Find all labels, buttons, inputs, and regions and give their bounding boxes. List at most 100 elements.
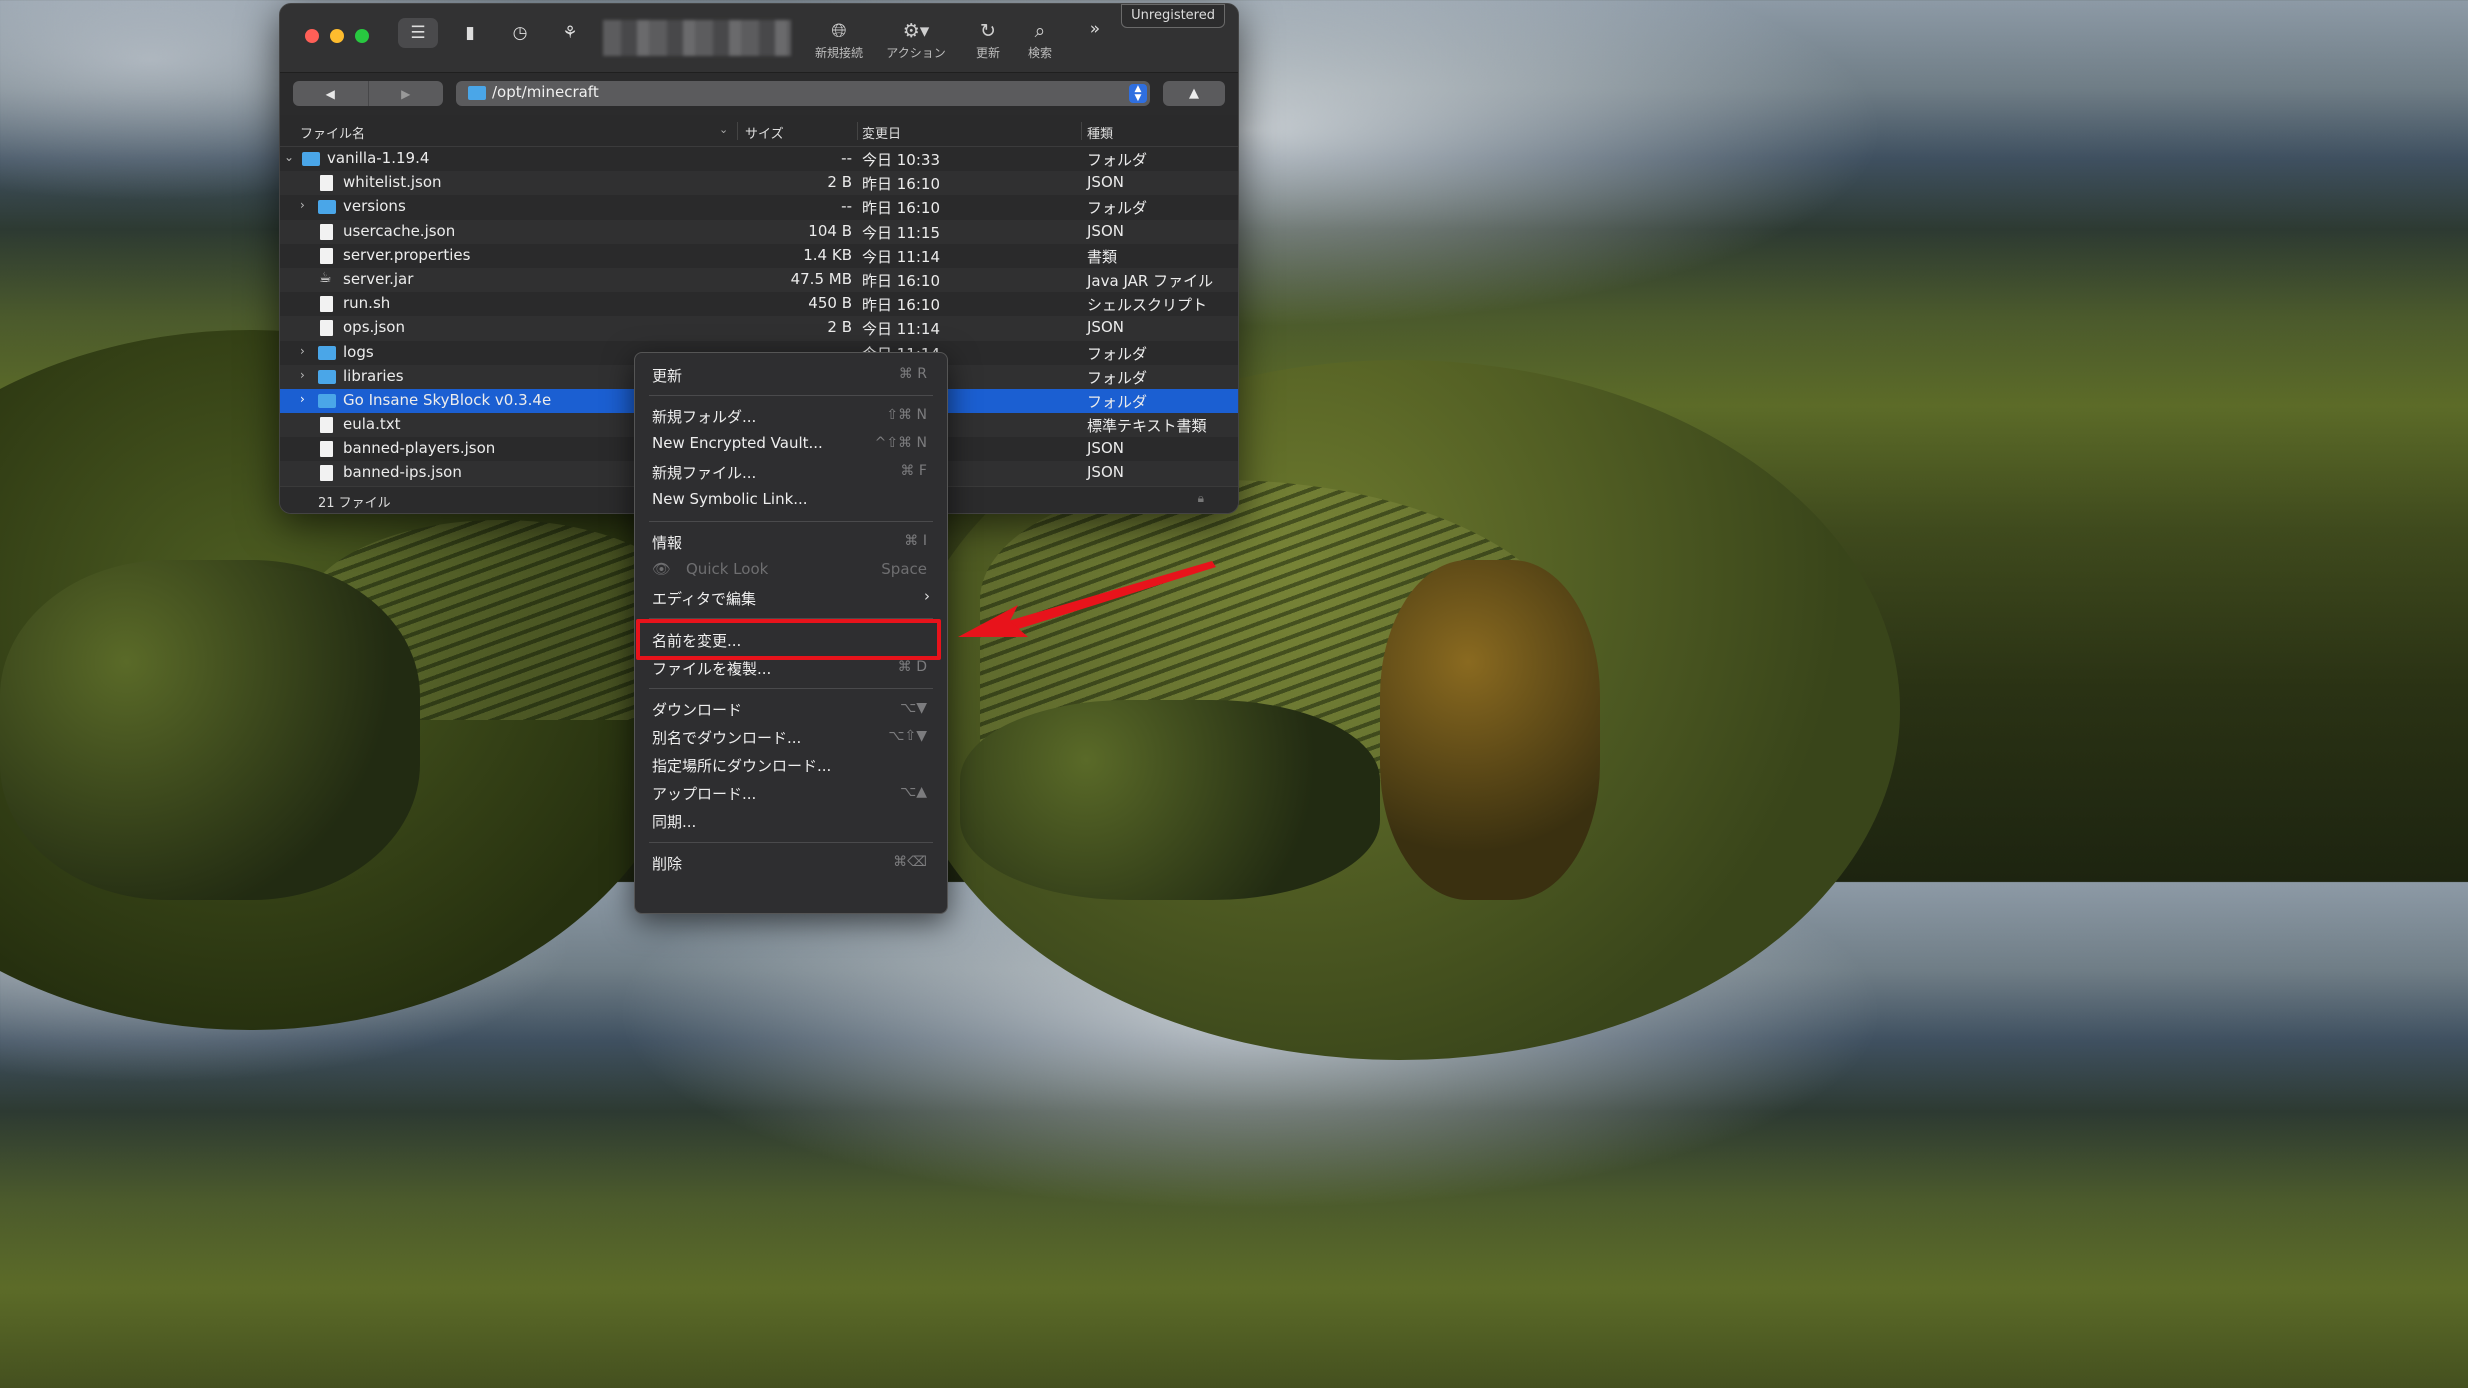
file-row[interactable]: server.properties 1.4 KB 今日 11:14 書類 xyxy=(280,244,1238,268)
chevron-down-icon[interactable]: ⌄ xyxy=(284,150,294,164)
column-size[interactable]: サイズ xyxy=(745,123,784,142)
file-kind: フォルダ xyxy=(1087,344,1148,363)
menu-item-label: ファイルを複製... xyxy=(652,660,772,678)
refresh-button[interactable]: ↻ 更新 xyxy=(968,18,1008,61)
bookmark-icon: ▮ xyxy=(465,23,475,43)
file-count: 21 ファイル xyxy=(318,496,391,511)
outline-view-button[interactable]: ☰ xyxy=(398,18,438,48)
new-connection-button[interactable]: 🌐︎ 新規接続 xyxy=(810,18,868,61)
chevron-right-icon[interactable]: › xyxy=(300,198,305,212)
file-kind: JSON xyxy=(1087,173,1124,192)
java-jar-icon: ☕︎ xyxy=(319,269,332,286)
file-size: 2 B xyxy=(827,318,852,337)
double-chevron-right-icon: » xyxy=(1089,19,1101,39)
menu-item-info[interactable]: 情報 ⌘ I xyxy=(635,529,947,555)
menu-item-download-as[interactable]: 別名でダウンロード... ⌥⇧▼ xyxy=(635,724,947,750)
file-row[interactable]: ☕︎ server.jar 47.5 MB 昨日 16:10 Java JAR … xyxy=(280,267,1238,293)
file-kind: JSON xyxy=(1087,463,1124,482)
forward-button[interactable]: ▶ xyxy=(369,81,444,106)
file-date: 昨日 16:10 xyxy=(862,175,940,194)
menu-item-shortcut: ⌘ R xyxy=(898,366,927,382)
toolbar-overflow-button[interactable]: » xyxy=(1075,14,1115,44)
file-row[interactable]: › versions -- 昨日 16:10 フォルダ xyxy=(280,195,1238,219)
file-date: 昨日 16:10 xyxy=(862,271,940,290)
file-row[interactable]: ops.json 2 B 今日 11:14 JSON xyxy=(280,316,1238,341)
menu-item-download-to[interactable]: 指定場所にダウンロード... xyxy=(635,752,947,778)
history-button[interactable]: ◷ xyxy=(500,18,540,48)
path-popup[interactable]: /opt/minecraft ▲ ▼ xyxy=(456,81,1150,106)
menu-item-shortcut: ⇧⌘ N xyxy=(886,407,927,423)
menu-item-new-folder[interactable]: 新規フォルダ... ⇧⌘ N xyxy=(635,403,947,429)
column-header: ファイル名 ⌄ サイズ 変更日 種類 xyxy=(280,116,1238,147)
file-date: 今日 11:14 xyxy=(862,247,940,266)
search-button[interactable]: ⌕ 検索 xyxy=(1020,18,1060,61)
file-name: libraries xyxy=(343,366,404,385)
file-kind: JSON xyxy=(1087,318,1124,337)
list-tree-icon: ☰ xyxy=(410,23,426,43)
gear-icon: ⚙▾ xyxy=(902,20,930,42)
back-button[interactable]: ◀ xyxy=(293,81,369,106)
file-date: 昨日 16:10 xyxy=(862,296,940,315)
back-forward-control: ◀ ▶ xyxy=(293,81,443,106)
redacted-quick-connect[interactable] xyxy=(603,20,791,56)
close-window-button[interactable] xyxy=(305,29,319,43)
globe-plus-icon: 🌐︎ xyxy=(831,20,847,42)
menu-item-new-symbolic-link[interactable]: New Symbolic Link... xyxy=(635,487,947,513)
file-size: 1.4 KB xyxy=(803,245,852,264)
json-file-icon xyxy=(320,223,333,240)
file-size: 104 B xyxy=(808,221,852,240)
menu-item-download[interactable]: ダウンロード ⌥▼ xyxy=(635,696,947,722)
minimize-window-button[interactable] xyxy=(330,29,344,43)
folder-icon xyxy=(318,393,336,408)
chevron-right-icon: › xyxy=(924,587,930,605)
file-row[interactable]: ⌄ vanilla-1.19.4 -- 今日 10:33 フォルダ xyxy=(280,147,1238,171)
action-button[interactable]: ⚙▾ アクション xyxy=(880,18,952,61)
column-name[interactable]: ファイル名 xyxy=(300,123,365,142)
menu-item-upload[interactable]: アップロード... ⌥▲ xyxy=(635,780,947,806)
up-arrow-icon: ▲ xyxy=(1189,86,1199,101)
unregistered-badge[interactable]: Unregistered xyxy=(1121,4,1225,28)
file-row[interactable]: run.sh 450 B 昨日 16:10 シェルスクリプト xyxy=(280,292,1238,316)
document-icon xyxy=(320,247,333,264)
file-name: usercache.json xyxy=(343,221,456,240)
menu-item-new-file[interactable]: 新規ファイル... ⌘ F xyxy=(635,459,947,485)
sort-chevron-icon[interactable]: ⌄ xyxy=(719,123,728,136)
json-file-icon xyxy=(320,465,333,482)
menu-item-edit-with[interactable]: エディタで編集 › xyxy=(635,585,947,611)
bookmarks-button[interactable]: ▮ xyxy=(450,18,490,48)
eye-icon: 👁︎ xyxy=(652,560,672,578)
back-arrow-icon: ◀ xyxy=(325,86,335,101)
file-name: logs xyxy=(343,342,374,361)
menu-item-synchronize[interactable]: 同期... xyxy=(635,808,947,834)
current-path: /opt/minecraft xyxy=(492,83,599,101)
file-name: Go Insane SkyBlock v0.3.4e xyxy=(343,390,552,409)
menu-item-label: ダウンロード xyxy=(652,701,743,719)
file-name: server.properties xyxy=(343,245,471,264)
menu-item-refresh[interactable]: 更新 ⌘ R xyxy=(635,362,947,388)
chevron-right-icon[interactable]: › xyxy=(300,392,305,406)
file-row[interactable]: whitelist.json 2 B 昨日 16:10 JSON xyxy=(280,171,1238,196)
menu-item-new-encrypted-vault[interactable]: New Encrypted Vault... ^⇧⌘ N xyxy=(635,431,947,457)
file-date: 昨日 16:10 xyxy=(862,199,940,218)
folder-icon xyxy=(468,86,486,100)
parent-directory-button[interactable]: ▲ xyxy=(1163,81,1225,106)
menu-item-shortcut: ⌥⇧▼ xyxy=(888,728,927,744)
file-name: banned-ips.json xyxy=(343,463,462,482)
text-file-icon xyxy=(320,417,333,434)
column-modified[interactable]: 変更日 xyxy=(862,123,901,142)
menu-item-delete[interactable]: 削除 ⌘⌫ xyxy=(635,850,947,876)
file-kind: 標準テキスト書類 xyxy=(1087,417,1207,436)
folder-icon xyxy=(318,345,336,360)
column-kind[interactable]: 種類 xyxy=(1087,123,1113,142)
menu-item-shortcut: ⌘⌫ xyxy=(893,854,927,870)
file-row[interactable]: usercache.json 104 B 今日 11:15 JSON xyxy=(280,219,1238,244)
zoom-window-button[interactable] xyxy=(355,29,369,43)
bonjour-button[interactable]: ⚘ xyxy=(550,18,590,48)
file-size: 47.5 MB xyxy=(790,269,852,288)
menu-item-shortcut: ⌘ F xyxy=(900,463,927,479)
chevron-right-icon[interactable]: › xyxy=(300,344,305,358)
highlight-box xyxy=(636,619,941,660)
red-arrow-annotation xyxy=(958,561,1216,637)
clock-icon: ◷ xyxy=(512,23,528,43)
chevron-right-icon[interactable]: › xyxy=(300,368,305,382)
